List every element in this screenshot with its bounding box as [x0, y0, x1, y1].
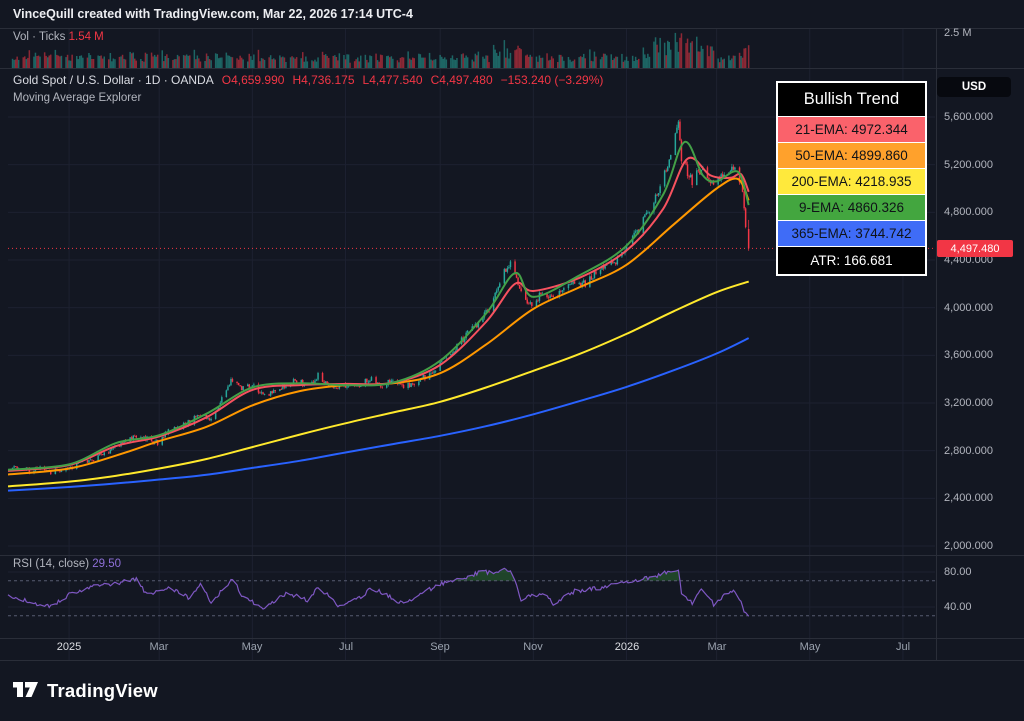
- attribution-bar: VinceQuill created with TradingView.com,…: [0, 0, 1024, 28]
- volume-value: 1.54 M: [69, 31, 104, 43]
- symbol-legend[interactable]: Gold Spot / U.S. Dollar · 1D · OANDA O4,…: [13, 73, 603, 87]
- legend-row: ATR: 166.681: [778, 246, 925, 274]
- legend-row: 50-EMA: 4899.860: [778, 142, 925, 168]
- ma-legend-panel: Bullish Trend 21-EMA: 4972.34450-EMA: 48…: [776, 81, 927, 276]
- attribution-text: VinceQuill created with TradingView.com,…: [13, 7, 413, 21]
- symbol-title[interactable]: Gold Spot / U.S. Dollar · 1D · OANDA: [13, 73, 214, 87]
- ema-line-9-EMA: [8, 142, 749, 470]
- rsi-value: 29.50: [92, 558, 121, 570]
- ohlc-change: −153.240 (−3.29%): [501, 73, 604, 87]
- volume-bars: [12, 33, 750, 68]
- rsi-indicator-label[interactable]: RSI (14, close): [13, 558, 89, 570]
- rsi-legend[interactable]: RSI (14, close) 29.50: [13, 558, 121, 570]
- ohlc-high: H4,736.175: [292, 73, 354, 87]
- candlestick-series: [12, 119, 750, 475]
- legend-row: 365-EMA: 3744.742: [778, 220, 925, 246]
- tradingview-brand-text: TradingView: [47, 680, 158, 702]
- volume-indicator-label: Vol · Ticks: [13, 31, 65, 43]
- legend-row: 200-EMA: 4218.935: [778, 168, 925, 194]
- ohlc-low: L4,477.540: [363, 73, 423, 87]
- legend-rows: 21-EMA: 4972.34450-EMA: 4899.860200-EMA:…: [778, 116, 925, 274]
- ema-line-365-EMA: [8, 338, 749, 491]
- ohlc-close: C4,497.480: [431, 73, 493, 87]
- legend-title: Bullish Trend: [778, 83, 925, 116]
- volume-axis-label[interactable]: 2.5 M: [944, 27, 972, 39]
- legend-row: 21-EMA: 4972.344: [778, 116, 925, 142]
- last-price-badge: 4,497.480: [937, 240, 1013, 257]
- rsi-plot: [8, 568, 935, 642]
- footer-bar: TradingView: [0, 661, 1024, 721]
- indicator-label[interactable]: Moving Average Explorer: [13, 92, 141, 104]
- legend-row: 9-EMA: 4860.326: [778, 194, 925, 220]
- ohlc-open: O4,659.990: [222, 73, 285, 87]
- ema-lines: [8, 142, 749, 491]
- tradingview-logo-icon: [12, 676, 39, 706]
- ema-line-50-EMA: [8, 178, 749, 474]
- tradingview-logo[interactable]: TradingView: [12, 676, 158, 706]
- volume-legend: Vol · Ticks 1.54 M: [13, 31, 104, 43]
- currency-button[interactable]: USD: [937, 77, 1011, 97]
- ema-line-21-EMA: [8, 158, 749, 471]
